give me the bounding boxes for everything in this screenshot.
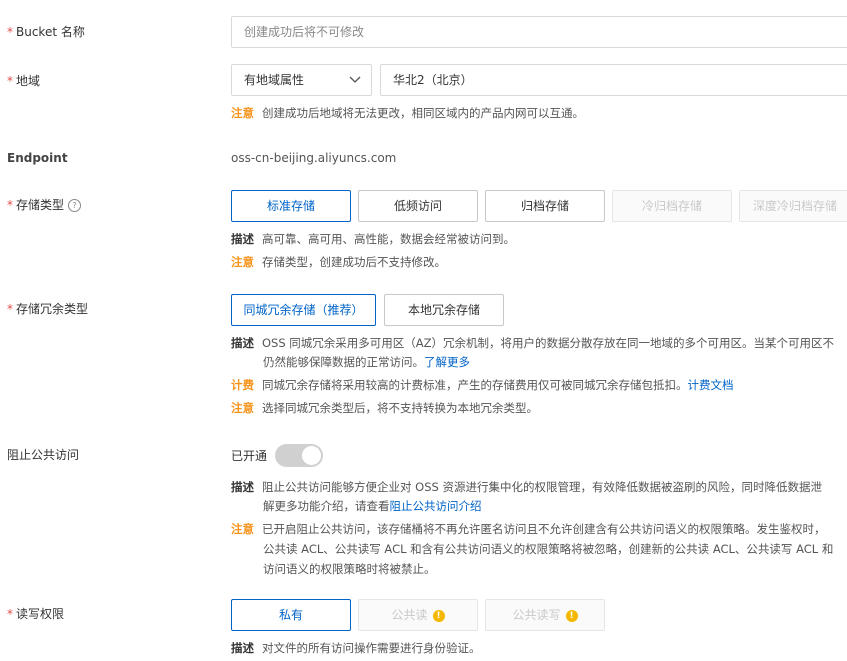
block-public-toggle[interactable] bbox=[275, 444, 323, 467]
block-public-desc-line2: 解更多功能介绍，请查看阻止公共访问介绍 bbox=[263, 499, 482, 513]
region-select[interactable]: 华北2（北京） bbox=[380, 64, 847, 96]
block-public-note-line3: 访问语义的权限策略时将被禁止。 bbox=[263, 562, 436, 576]
redundancy-zrs-button[interactable]: 同城冗余存储（推荐） bbox=[231, 294, 376, 326]
block-public-note-line1: 注意 已开启阻止公共访问，该存储桶将不再允许匿名访问且不允许创建含有公共访问语义的… bbox=[231, 522, 826, 536]
endpoint-label: Endpoint bbox=[7, 151, 68, 165]
block-public-note-line2: 公共读 ACL、公共读写 ACL 和含有公共访问语义的权限策略将被忽略，创建新的… bbox=[263, 542, 834, 556]
storage-ia-button[interactable]: 低频访问 bbox=[358, 190, 478, 222]
storage-note: 注意 存储类型，创建成功后不支持修改。 bbox=[231, 255, 446, 269]
storage-desc: 描述 高可靠、高可用、高性能，数据会经常被访问到。 bbox=[231, 232, 515, 246]
block-public-label: 阻止公共访问 bbox=[7, 448, 80, 462]
bucket-name-field[interactable] bbox=[231, 16, 847, 48]
redundancy-desc-line1: 描述 OSS 同城冗余采用多可用区（AZ）冗余机制，将用户的数据分散存放在同一地域… bbox=[231, 336, 835, 350]
storage-cold-archive-button[interactable]: 冷归档存储 bbox=[612, 190, 732, 222]
acl-private-button[interactable]: 私有 bbox=[231, 599, 351, 631]
acl-public-read-write-button[interactable]: 公共读写! bbox=[485, 599, 605, 631]
region-note: 注意 创建成功后地域将无法更改，相同区域内的产品内网可以互通。 bbox=[231, 106, 584, 120]
redundancy-desc-line2: 仍然能够保障数据的正常访问。了解更多 bbox=[263, 355, 470, 369]
toggle-knob bbox=[302, 446, 321, 465]
warning-icon: ! bbox=[565, 609, 578, 622]
storage-archive-button[interactable]: 归档存储 bbox=[485, 190, 605, 222]
redundancy-lrs-button[interactable]: 本地冗余存储 bbox=[384, 294, 504, 326]
redundancy-note: 注意 选择同城冗余类型后，将不支持转换为本地冗余类型。 bbox=[231, 401, 538, 415]
warning-icon: ! bbox=[432, 609, 445, 622]
acl-desc: 描述 对文件的所有访问操作需要进行身份验证。 bbox=[231, 641, 481, 655]
region-attribute-select[interactable]: 有地域属性 bbox=[231, 64, 372, 96]
bucket-name-input[interactable] bbox=[232, 17, 847, 47]
block-public-intro-link[interactable]: 阻止公共访问介绍 bbox=[390, 499, 482, 513]
learn-more-link[interactable]: 了解更多 bbox=[424, 355, 470, 369]
redundancy-label: * 存储冗余类型 bbox=[7, 302, 89, 316]
storage-standard-button[interactable]: 标准存储 bbox=[231, 190, 351, 222]
redundancy-billing: 计费 同城冗余存储将采用较高的计费标准，产生的存储费用仅可被同城冗余存储包抵扣。计… bbox=[231, 378, 734, 392]
chevron-down-icon bbox=[349, 65, 361, 106]
block-public-toggle-label: 已开通 bbox=[231, 449, 268, 463]
acl-public-read-button[interactable]: 公共读! bbox=[358, 599, 478, 631]
storage-deep-cold-archive-button[interactable]: 深度冷归档存储 bbox=[739, 190, 847, 222]
block-public-desc-line1: 描述 阻止公共访问能够方便企业对 OSS 资源进行集中化的权限管理，有效降低数据被… bbox=[231, 480, 822, 494]
question-circle-icon[interactable]: ? bbox=[68, 199, 82, 212]
billing-doc-link[interactable]: 计费文档 bbox=[688, 378, 734, 392]
acl-label: * 读写权限 bbox=[7, 607, 65, 621]
bucket-name-label: * Bucket 名称 bbox=[7, 25, 85, 39]
storage-class-label: * 存储类型? bbox=[7, 196, 82, 213]
endpoint-value: oss-cn-beijing.aliyuncs.com bbox=[231, 151, 397, 165]
region-label: * 地域 bbox=[7, 74, 41, 88]
